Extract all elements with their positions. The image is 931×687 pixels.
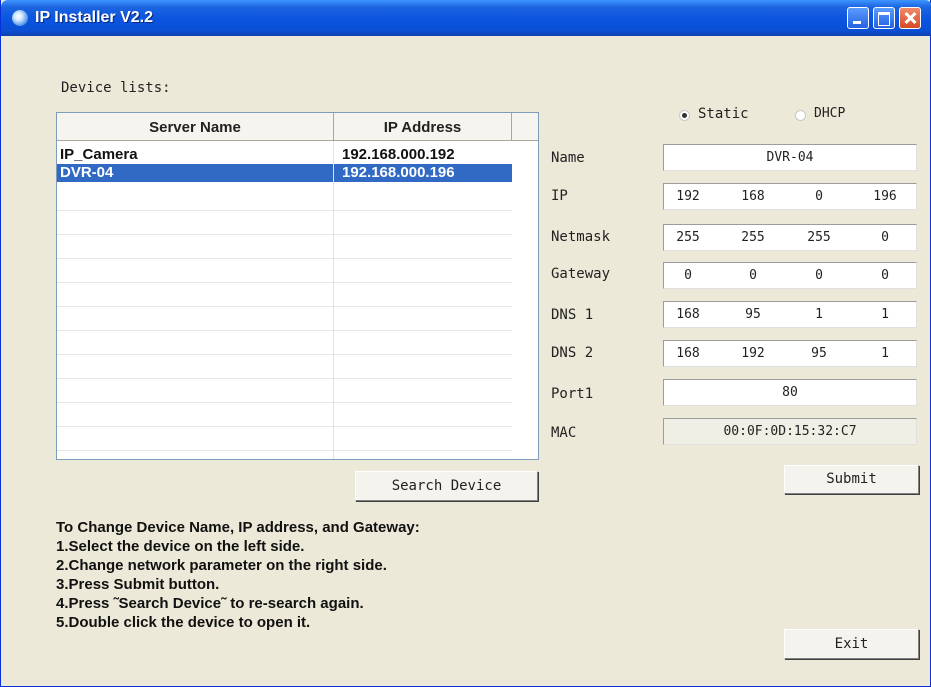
app-window: IP Installer V2.2 Device lists: Server N… [0,0,931,687]
grid-line [57,234,512,235]
static-radio[interactable] [679,110,690,121]
table-row[interactable]: IP_Camera 192.168.000.192 [57,146,512,164]
netmask-octet-2[interactable]: 255 [732,230,774,245]
gateway-octet-2[interactable]: 0 [732,268,774,283]
table-row-selected[interactable]: DVR-04 192.168.000.196 [57,164,512,182]
dns1-octet-2[interactable]: 95 [732,307,774,322]
minimize-icon[interactable] [847,7,869,29]
grid-line [57,282,512,283]
dns2-octet-1[interactable]: 168 [667,346,709,361]
column-header-ip-address[interactable]: IP Address [334,113,512,141]
dhcp-radio[interactable] [795,110,806,121]
name-label: Name [551,150,585,166]
mac-field: 00:0F:0D:15:32:C7 [663,418,917,445]
instructions-heading: To Change Device Name, IP address, and G… [56,519,420,536]
dns1-label: DNS 1 [551,307,594,323]
grid-line [57,210,512,211]
dns2-octet-4[interactable]: 1 [864,346,906,361]
cell-server-name: IP_Camera [60,146,138,163]
column-divider [333,141,334,459]
grid-line [57,378,512,379]
submit-button[interactable]: Submit [784,465,919,494]
netmask-octet-3[interactable]: 255 [798,230,840,245]
device-list[interactable]: Server Name IP Address IP_Camera 192.168… [56,112,539,460]
close-icon[interactable] [899,7,921,29]
mac-value: 00:0F:0D:15:32:C7 [723,424,857,439]
ip-octet-1[interactable]: 192 [667,189,709,204]
ip-octet-2[interactable]: 168 [732,189,774,204]
gateway-octet-1[interactable]: 0 [667,268,709,283]
netmask-label: Netmask [551,229,611,245]
instruction-step-1: 1.Select the device on the left side. [56,538,305,555]
netmask-field[interactable]: 255 255 255 0 [663,224,917,251]
ip-octet-3[interactable]: 0 [798,189,840,204]
port-label: Port1 [551,386,594,402]
dns1-field[interactable]: 168 95 1 1 [663,301,917,328]
instruction-step-4: 4.Press ˜Search Device˜ to re-search aga… [56,595,364,612]
dns2-octet-3[interactable]: 95 [798,346,840,361]
grid-line [57,426,512,427]
gateway-octet-3[interactable]: 0 [798,268,840,283]
dhcp-radio-label[interactable]: DHCP [814,106,845,121]
static-radio-label[interactable]: Static [698,106,749,122]
ip-label: IP [551,188,568,204]
name-field[interactable]: DVR-04 [663,144,917,171]
device-list-label: Device lists: [61,80,171,96]
dns1-octet-1[interactable]: 168 [667,307,709,322]
ip-octet-4[interactable]: 196 [864,189,906,204]
cell-ip-address: 192.168.000.196 [342,164,455,181]
grid-line [57,330,512,331]
port-field[interactable]: 80 [663,379,917,406]
grid-line [57,402,512,403]
dns2-label: DNS 2 [551,345,594,361]
instruction-step-5: 5.Double click the device to open it. [56,614,311,631]
mac-label: MAC [551,425,577,441]
column-header-blank [512,113,538,141]
column-header-server-name[interactable]: Server Name [57,113,334,141]
dns2-octet-2[interactable]: 192 [732,346,774,361]
grid-line [57,306,512,307]
netmask-octet-4[interactable]: 0 [864,230,906,245]
dns1-octet-3[interactable]: 1 [798,307,840,322]
port-value: 80 [782,385,798,400]
instruction-step-3: 3.Press Submit button. [56,576,220,593]
gateway-field[interactable]: 0 0 0 0 [663,262,917,289]
window-title: IP Installer V2.2 [35,9,153,26]
maximize-icon[interactable] [873,7,895,29]
grid-line [57,258,512,259]
name-value: DVR-04 [766,150,814,165]
grid-line [57,450,512,451]
app-icon [12,10,28,26]
title-bar[interactable]: IP Installer V2.2 [1,0,931,36]
ip-field[interactable]: 192 168 0 196 [663,183,917,210]
gateway-label: Gateway [551,266,611,282]
dns2-field[interactable]: 168 192 95 1 [663,340,917,367]
grid-line [57,354,512,355]
cell-ip-address: 192.168.000.192 [342,146,455,163]
netmask-octet-1[interactable]: 255 [667,230,709,245]
exit-button[interactable]: Exit [784,629,919,659]
instruction-step-2: 2.Change network parameter on the right … [56,557,387,574]
dns1-octet-4[interactable]: 1 [864,307,906,322]
search-device-button[interactable]: Search Device [355,471,538,501]
gateway-octet-4[interactable]: 0 [864,268,906,283]
cell-server-name: DVR-04 [60,164,114,181]
